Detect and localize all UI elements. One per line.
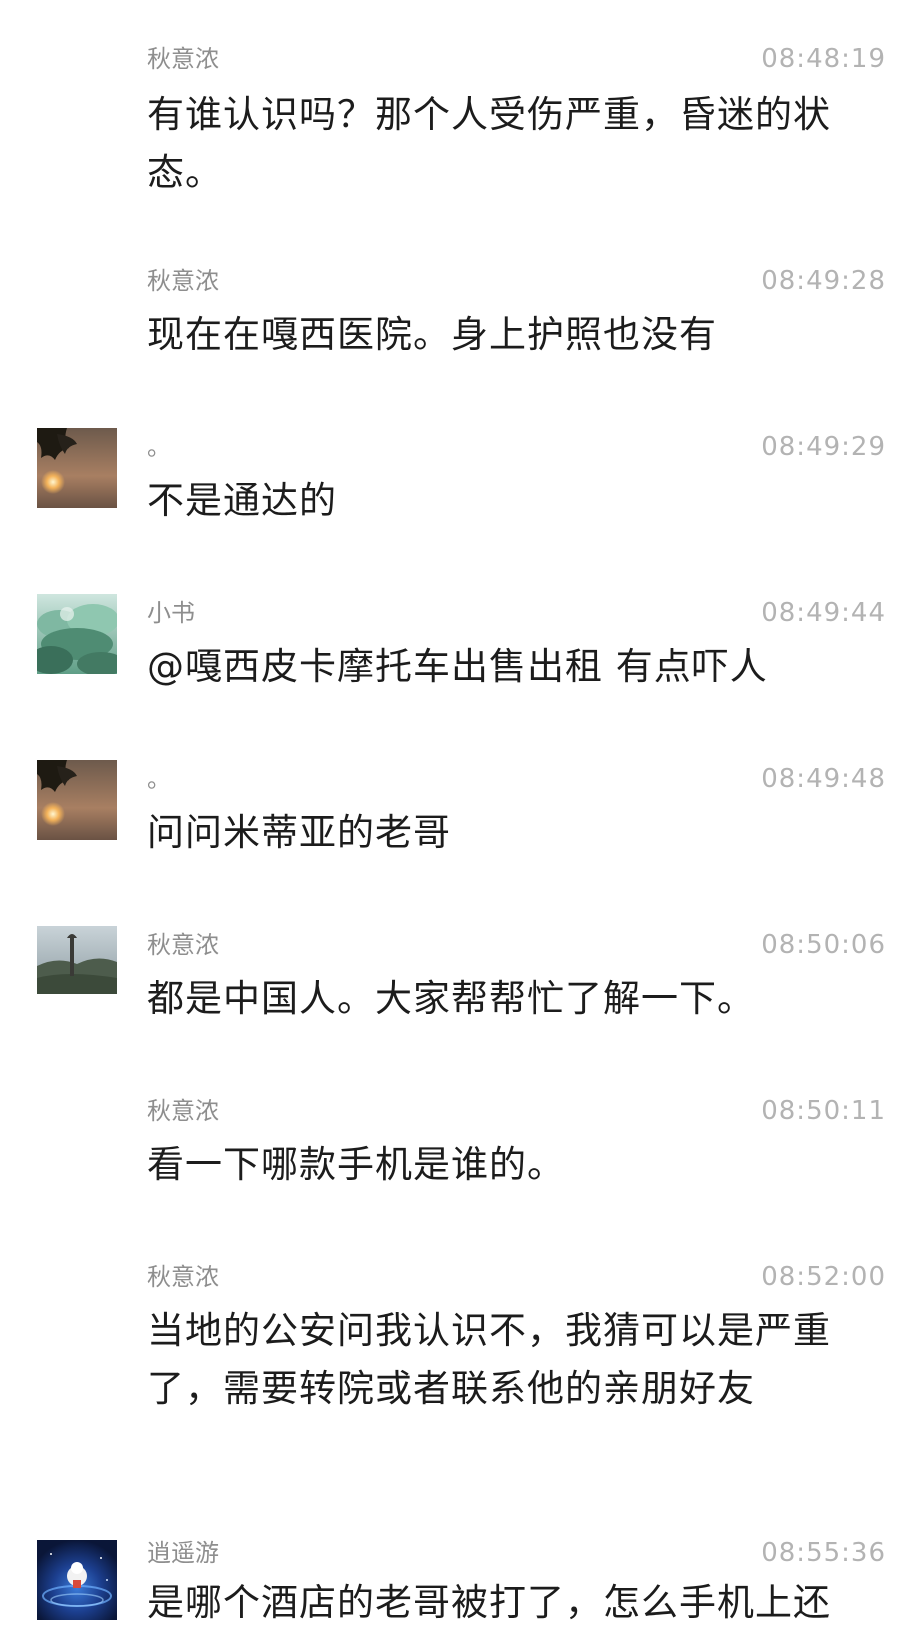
sender-name[interactable]: 秋意浓 <box>147 1262 219 1292</box>
message-text: 是哪个酒店的老哥被打了，怎么手机上还 <box>147 1581 831 1624</box>
message-text: 看一下哪款手机是谁的。 <box>147 1143 565 1186</box>
forest-avatar[interactable] <box>37 594 117 674</box>
sunset-avatar[interactable] <box>37 428 117 508</box>
message-text: 有谁认识吗？那个人受伤严重，昏迷的状态。 <box>147 93 831 194</box>
message-timestamp: 08:49:28 <box>761 266 886 296</box>
message-text: @嘎西皮卡摩托车出售出租 有点吓人 <box>147 645 768 688</box>
message-timestamp: 08:55:36 <box>761 1538 886 1568</box>
sender-name[interactable]: 秋意浓 <box>147 266 219 296</box>
sender-name[interactable]: 逍遥游 <box>147 1538 219 1568</box>
message-text: 现在在嘎西医院。身上护照也没有 <box>147 313 717 356</box>
sender-name[interactable]: 秋意浓 <box>147 1096 219 1126</box>
message-timestamp: 08:49:44 <box>761 598 886 628</box>
message-timestamp: 08:52:00 <box>761 1262 886 1292</box>
message-text: 当地的公安问我认识不，我猜可以是严重了，需要转院或者联系他的亲朋好友 <box>147 1309 831 1410</box>
message-text: 不是通达的 <box>147 479 337 522</box>
sunset-avatar[interactable] <box>37 760 117 840</box>
message-text: 都是中国人。大家帮帮忙了解一下。 <box>147 977 755 1020</box>
sender-name[interactable]: 。 <box>147 432 171 462</box>
sender-name[interactable]: 秋意浓 <box>147 930 219 960</box>
message-timestamp: 08:50:06 <box>761 930 886 960</box>
landscape-avatar[interactable] <box>37 926 117 994</box>
sender-name[interactable]: 秋意浓 <box>147 44 219 74</box>
message-timestamp: 08:50:11 <box>761 1096 886 1126</box>
sender-name[interactable]: 。 <box>147 764 171 794</box>
galaxy-avatar[interactable] <box>37 1540 117 1620</box>
message-timestamp: 08:48:19 <box>761 44 886 74</box>
message-text: 问问米蒂亚的老哥 <box>147 811 451 854</box>
message-timestamp: 08:49:48 <box>761 764 886 794</box>
sender-name[interactable]: 小书 <box>147 598 195 628</box>
chat-message-list[interactable]: 秋意浓 08:48:19 有谁认识吗？那个人受伤严重，昏迷的状态。 秋意浓 08… <box>0 0 922 1639</box>
message-timestamp: 08:49:29 <box>761 432 886 462</box>
